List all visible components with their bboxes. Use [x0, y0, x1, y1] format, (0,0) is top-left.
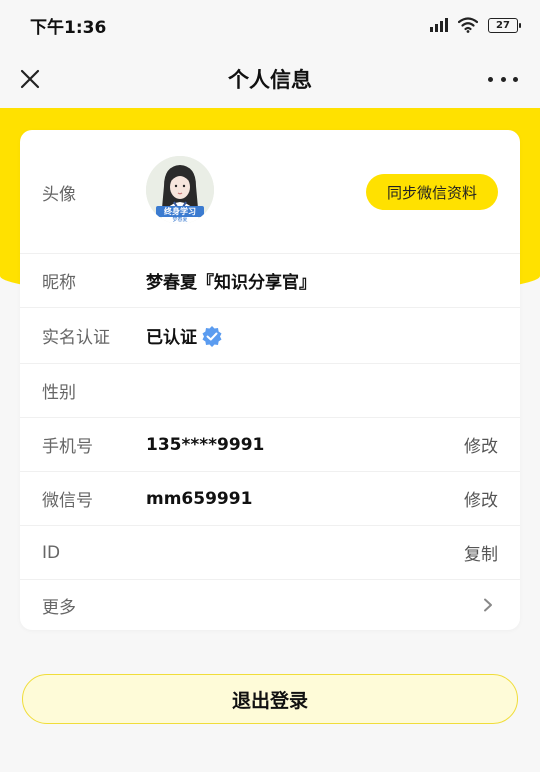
close-icon[interactable] [16, 65, 44, 93]
status-icons: 27 [430, 17, 521, 33]
real-name-value: 已认证 [146, 328, 197, 348]
edit-phone-link[interactable]: 修改 [464, 432, 498, 457]
logout-button[interactable]: 退出登录 [22, 674, 518, 724]
more-row[interactable]: 更多 [20, 580, 520, 630]
verified-badge-icon [202, 325, 222, 347]
avatar-badge-text: 终身学习 [164, 207, 196, 216]
nickname-row[interactable]: 昵称 梦春夏『知识分享官』 [20, 254, 520, 308]
profile-card: 头像 终身学习 梦春夏 同步微信资料 昵称 梦春夏『知识分享官』 实名认证 已认… [20, 130, 520, 630]
page-title: 个人信息 [228, 68, 312, 92]
sync-wechat-profile-button[interactable]: 同步微信资料 [366, 174, 498, 210]
nickname-label: 昵称 [42, 273, 76, 293]
nickname-value: 梦春夏『知识分享官』 [146, 273, 316, 293]
more-label: 更多 [42, 597, 76, 618]
gender-row[interactable]: 性别 [20, 364, 520, 418]
id-row: ID 复制 [20, 526, 520, 580]
id-label: ID [42, 542, 61, 563]
wechat-label: 微信号 [42, 491, 93, 511]
real-name-row[interactable]: 实名认证 已认证 [20, 308, 520, 364]
status-time: 下午1:36 [30, 17, 107, 38]
phone-value: 135****9991 [146, 434, 265, 455]
phone-row: 手机号 135****9991 修改 [20, 418, 520, 472]
wechat-row: 微信号 mm659991 修改 [20, 472, 520, 526]
phone-label: 手机号 [42, 437, 93, 457]
copy-id-link[interactable]: 复制 [464, 540, 498, 565]
avatar[interactable]: 终身学习 梦春夏 [146, 156, 214, 224]
wifi-icon [458, 17, 478, 33]
wechat-value: mm659991 [146, 488, 253, 509]
edit-wechat-link[interactable]: 修改 [464, 486, 498, 511]
battery-icon: 27 [488, 17, 521, 33]
nav-bar: 个人信息 [0, 50, 540, 108]
avatar-badge-subtext: 梦春夏 [172, 217, 188, 223]
gender-label: 性别 [42, 383, 76, 403]
more-icon[interactable] [488, 68, 518, 90]
real-name-value-wrap: 已认证 [146, 323, 223, 348]
battery-level: 27 [496, 19, 510, 31]
chevron-right-icon [484, 598, 492, 612]
signal-icon [430, 18, 448, 32]
avatar-label: 头像 [42, 185, 76, 205]
status-bar: 下午1:36 27 [0, 0, 540, 50]
real-name-label: 实名认证 [42, 328, 110, 348]
avatar-row: 头像 终身学习 梦春夏 同步微信资料 [20, 130, 520, 254]
